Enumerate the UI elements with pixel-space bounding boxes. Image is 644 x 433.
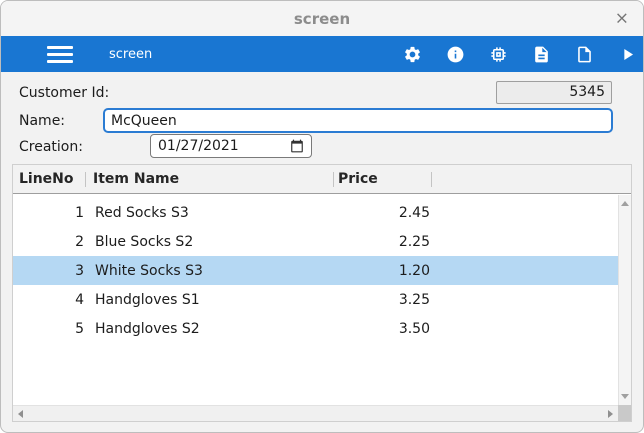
cell-lineno: 1: [75, 204, 84, 221]
app-window: screen × screen Customer Id: 5345 Name: …: [0, 0, 644, 433]
column-header-price[interactable]: Price: [338, 171, 378, 187]
cell-itemname: Handgloves S2: [95, 320, 200, 337]
scrollbar-corner: [618, 405, 631, 421]
toolbar-actions: [402, 44, 637, 64]
creation-date-input[interactable]: 01/27/2021: [150, 134, 312, 158]
customer-id-field: 5345: [496, 81, 612, 104]
cell-price: 3.25: [398, 291, 430, 308]
creation-label: Creation:: [19, 139, 83, 155]
menu-icon[interactable]: [47, 45, 73, 63]
cell-itemname: Blue Socks S2: [95, 233, 194, 250]
toolbar: screen: [1, 36, 643, 72]
title-bar: screen ×: [1, 1, 643, 36]
info-icon[interactable]: [445, 44, 465, 64]
cell-lineno: 5: [75, 320, 84, 337]
document-text-icon[interactable]: [531, 44, 551, 64]
window-title: screen: [293, 9, 351, 28]
column-separator: [333, 172, 334, 187]
cell-itemname: Handgloves S1: [95, 291, 200, 308]
cell-price: 3.50: [398, 320, 430, 337]
column-header-itemname[interactable]: Item Name: [93, 171, 179, 187]
table-row[interactable]: 4 Handgloves S1 3.25: [13, 285, 618, 314]
table-row[interactable]: 1 Red Socks S3 2.45: [13, 198, 618, 227]
cell-itemname: Red Socks S3: [95, 204, 189, 221]
column-header-lineno[interactable]: LineNo: [19, 171, 74, 187]
close-icon[interactable]: ×: [615, 10, 629, 27]
cell-lineno: 4: [75, 291, 84, 308]
name-input[interactable]: [103, 108, 613, 133]
cell-lineno: 2: [75, 233, 84, 250]
document-blank-icon[interactable]: [574, 44, 594, 64]
table-row[interactable]: 3 White Socks S3 1.20: [13, 256, 618, 285]
form-area: Customer Id: 5345 Name: Creation: 01/27/…: [1, 72, 643, 164]
column-separator: [85, 172, 86, 187]
name-label: Name:: [19, 113, 66, 129]
cell-price: 2.25: [398, 233, 430, 250]
scroll-right-icon[interactable]: [608, 410, 613, 418]
toolbar-app-label: screen: [109, 46, 153, 62]
table-header: LineNo Item Name Price: [13, 165, 631, 194]
customer-id-label: Customer Id:: [19, 85, 110, 101]
scroll-left-icon[interactable]: [18, 410, 23, 418]
table-body: 1 Red Socks S3 2.45 2 Blue Socks S2 2.25…: [13, 195, 618, 405]
horizontal-scrollbar[interactable]: [13, 405, 618, 421]
scroll-up-icon[interactable]: [621, 201, 629, 206]
column-separator: [431, 172, 432, 187]
calendar-icon[interactable]: [290, 139, 304, 153]
run-play-icon[interactable]: [617, 44, 637, 64]
cell-price: 1.20: [398, 262, 430, 279]
chip-icon[interactable]: [488, 44, 508, 64]
scroll-down-icon[interactable]: [621, 394, 629, 399]
cell-price: 2.45: [398, 204, 430, 221]
cell-itemname: White Socks S3: [95, 262, 203, 279]
table-row[interactable]: 2 Blue Socks S2 2.25: [13, 227, 618, 256]
items-table: LineNo Item Name Price 1 Red Socks S3 2.…: [12, 164, 632, 422]
settings-gear-icon[interactable]: [402, 44, 422, 64]
creation-date-value: 01/27/2021: [158, 138, 239, 154]
cell-lineno: 3: [75, 262, 84, 279]
vertical-scrollbar[interactable]: [618, 195, 631, 405]
table-row[interactable]: 5 Handgloves S2 3.50: [13, 314, 618, 343]
